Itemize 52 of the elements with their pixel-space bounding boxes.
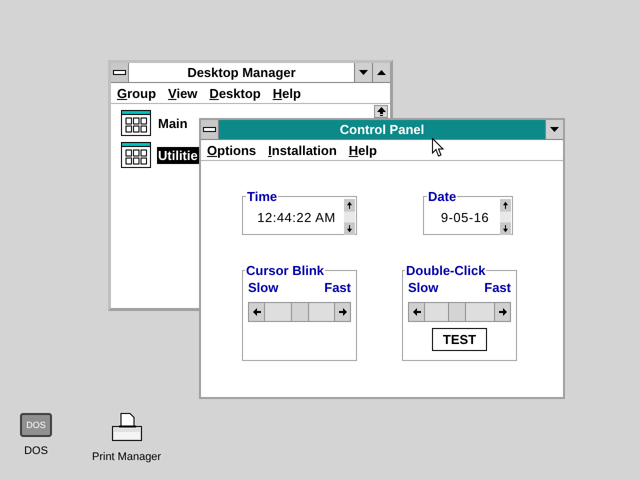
time-field[interactable]: 12:44:22 AM — [249, 210, 344, 224]
date-field[interactable]: 9-05-16 — [430, 210, 500, 224]
group-title: Double-Click — [405, 263, 486, 278]
fast-label: Fast — [484, 280, 511, 295]
scroll-right-button[interactable] — [494, 303, 510, 321]
minimize-button[interactable] — [545, 120, 563, 139]
triangle-down-icon — [359, 70, 368, 76]
triangle-up-icon — [377, 70, 386, 76]
menu-item[interactable]: Help — [348, 142, 377, 158]
program-group-icon — [121, 110, 151, 136]
triangle-down-icon — [550, 126, 559, 132]
test-button[interactable]: TEST — [432, 328, 488, 351]
system-menu-button[interactable] — [111, 63, 129, 82]
printer-icon[interactable] — [110, 413, 143, 443]
system-menu-button[interactable] — [201, 120, 219, 139]
menu-item[interactable]: Installation — [268, 142, 337, 158]
group-title: Date — [427, 189, 458, 204]
mouse-pointer-icon — [432, 138, 445, 158]
group-title: Time — [246, 189, 278, 204]
menu-item[interactable]: Options — [207, 142, 256, 158]
slider-thumb[interactable] — [290, 303, 308, 321]
group-label[interactable]: Main — [157, 114, 189, 132]
minimize-button[interactable] — [354, 63, 372, 82]
window-title: Control Panel — [338, 122, 426, 137]
icon-label[interactable]: Print Manager — [92, 451, 162, 463]
slow-label: Slow — [408, 280, 438, 295]
group-title: Cursor Blink — [245, 263, 326, 278]
scroll-left-button[interactable] — [249, 303, 265, 321]
menu-item[interactable]: Desktop — [209, 86, 261, 100]
menu-item[interactable]: Help — [272, 86, 301, 100]
icon-label[interactable]: DOS — [24, 445, 48, 457]
scroll-up-button[interactable] — [374, 105, 388, 118]
menu-item[interactable]: View — [168, 86, 198, 100]
group-label[interactable]: Utilitie — [157, 146, 199, 164]
arrow-left-icon — [252, 308, 260, 316]
horizontal-scrollbar[interactable] — [248, 302, 351, 322]
menu-item[interactable]: Group — [117, 86, 156, 100]
slow-label: Slow — [248, 280, 278, 295]
slider-thumb[interactable] — [448, 303, 466, 321]
spin-buttons[interactable] — [344, 199, 355, 235]
fast-label: Fast — [324, 280, 351, 295]
arrow-right-icon — [498, 308, 506, 316]
window-title: Desktop Manager — [186, 65, 297, 80]
spin-buttons[interactable] — [500, 199, 511, 235]
arrow-up-icon — [376, 106, 386, 116]
scroll-left-button[interactable] — [409, 303, 425, 321]
program-group-icon — [121, 142, 151, 168]
arrow-right-icon — [338, 308, 346, 316]
horizontal-scrollbar[interactable] — [408, 302, 511, 322]
arrow-left-icon — [412, 308, 420, 316]
maximize-button[interactable] — [372, 63, 390, 82]
scroll-right-button[interactable] — [334, 303, 350, 321]
